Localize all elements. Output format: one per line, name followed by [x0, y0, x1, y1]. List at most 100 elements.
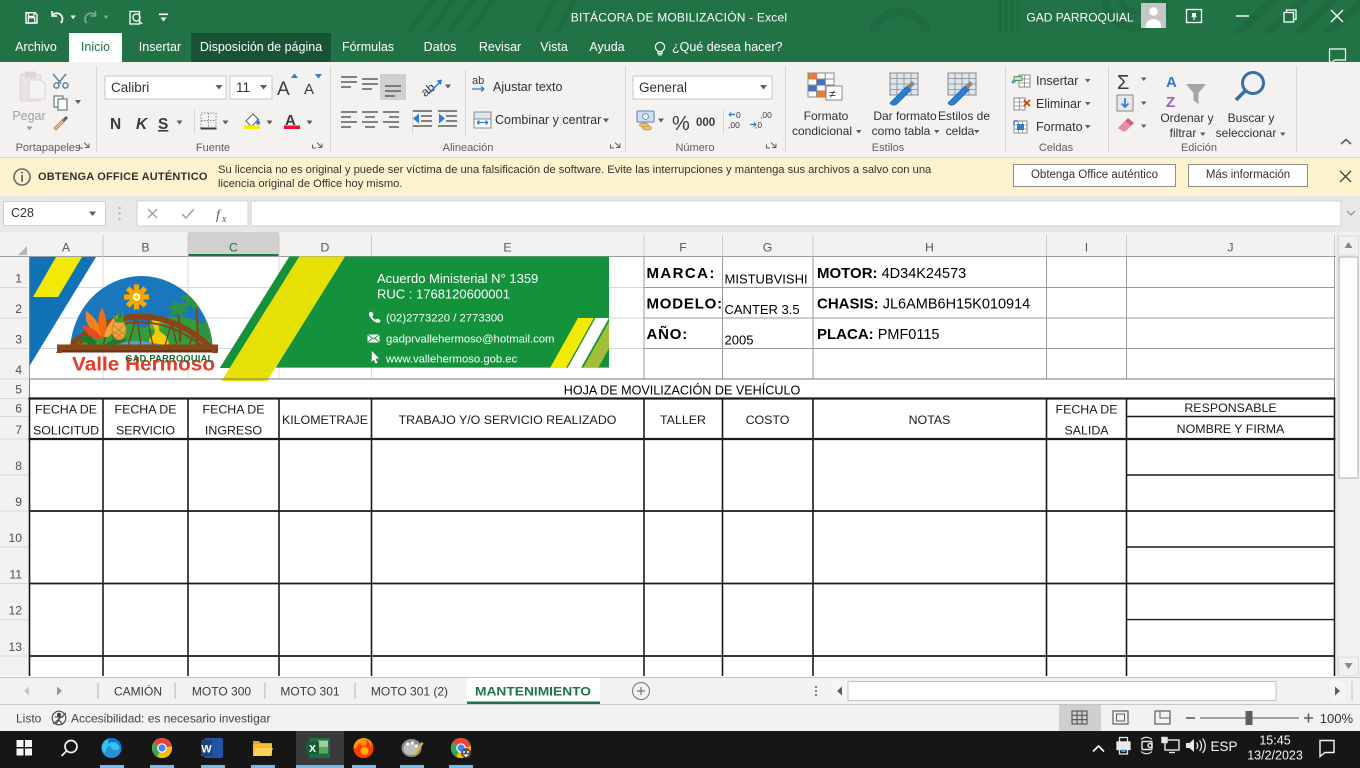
svg-text:MODELO:: MODELO: [647, 296, 723, 313]
svg-text:K: K [136, 116, 149, 133]
svg-text:I: I [1085, 241, 1088, 255]
svg-text:A: A [304, 81, 314, 98]
svg-text:AÑO:: AÑO: [647, 325, 689, 343]
svg-text:BITÁCORA DE MOBILIZACIÓN - E: BITÁCORA DE MOBILIZACIÓN - Excel [571, 10, 787, 25]
svg-text:11: 11 [9, 568, 22, 582]
svg-text:7: 7 [15, 423, 22, 437]
svg-text:Edición: Edición [1181, 142, 1217, 154]
svg-text:GAD PARROQUIAL: GAD PARROQUIAL [125, 354, 213, 364]
svg-text:11: 11 [236, 80, 250, 95]
svg-text:KILOMETRAJE: KILOMETRAJE [282, 413, 368, 427]
svg-text:000: 000 [696, 117, 715, 129]
svg-text:HOJA DE MOVILIZACIÓN DE VEHÍCU: HOJA DE MOVILIZACIÓN DE VEHÍCULO [564, 383, 801, 398]
svg-text:MISTUBVISHI: MISTUBVISHI [725, 272, 808, 287]
svg-text:MARCA:: MARCA: [647, 265, 716, 282]
svg-text:13/2/2023: 13/2/2023 [1247, 749, 1303, 763]
svg-text:1: 1 [15, 272, 22, 286]
svg-text:Número: Número [675, 142, 714, 154]
svg-text:13: 13 [8, 640, 22, 654]
svg-text:TRABAJO Y/O SERVICIO REALIZADO: TRABAJO Y/O SERVICIO REALIZADO [399, 413, 617, 427]
svg-text:N: N [110, 116, 121, 133]
svg-text:CAMIÓN: CAMIÓN [114, 684, 162, 699]
svg-text:0: 0 [736, 110, 741, 120]
svg-text:Combinar y centrar: Combinar y centrar [495, 113, 601, 127]
svg-text:x: x [221, 214, 227, 225]
svg-text:Celdas: Celdas [1039, 142, 1074, 154]
svg-text:J: J [1227, 241, 1233, 255]
svg-text:Buscar y: Buscar y [1228, 111, 1275, 125]
svg-text:Estilos: Estilos [872, 142, 905, 154]
svg-text:Portapapeles: Portapapeles [16, 142, 81, 154]
svg-text:D: D [321, 241, 330, 255]
svg-text:Acuerdo Ministerial N° 1359: Acuerdo Ministerial N° 1359 [377, 271, 538, 286]
svg-text:MOTO 301: MOTO 301 [280, 685, 339, 699]
svg-text:CHASIS: JL6AMB6H15K010914: CHASIS: JL6AMB6H15K010914 [817, 296, 1030, 313]
svg-text:CANTER 3.5: CANTER 3.5 [725, 302, 800, 317]
svg-text:NOMBRE Y FIRMA: NOMBRE Y FIRMA [1177, 422, 1285, 436]
svg-text:gadprvallehermoso@hotmail.com: gadprvallehermoso@hotmail.com [386, 334, 554, 346]
svg-text:ESP: ESP [1210, 739, 1237, 754]
svg-text:C: C [229, 241, 238, 255]
svg-text:Formato: Formato [1036, 120, 1083, 134]
svg-text:MOTOR: 4D34K24573: MOTOR: 4D34K24573 [817, 265, 966, 282]
svg-text:TALLER: TALLER [660, 413, 706, 427]
svg-text:SOLICITUD: SOLICITUD [33, 424, 99, 438]
svg-text:celda: celda [946, 124, 975, 138]
svg-text:Fuente: Fuente [196, 142, 230, 154]
svg-text:General: General [639, 80, 687, 95]
svg-text:S: S [158, 116, 168, 133]
svg-text:RUC : 1768120600001: RUC : 1768120600001 [377, 287, 510, 302]
svg-text:seleccionar: seleccionar [1216, 126, 1277, 140]
svg-text:A: A [1166, 74, 1177, 91]
svg-text:www.vallehermoso.gob.ec: www.vallehermoso.gob.ec [385, 354, 518, 366]
svg-text:12: 12 [8, 604, 22, 618]
svg-text:Insertar: Insertar [1036, 74, 1078, 88]
svg-text:,00: ,00 [728, 120, 740, 130]
svg-text:FECHA DE: FECHA DE [1056, 403, 1118, 417]
svg-text:Eliminar: Eliminar [1036, 97, 1081, 111]
svg-text:A: A [62, 241, 71, 255]
svg-text:Ajustar texto: Ajustar texto [493, 80, 563, 94]
svg-text:(02)2773220 / 2773300: (02)2773220 / 2773300 [386, 313, 503, 325]
svg-text:condicional: condicional [792, 124, 852, 138]
svg-text:9: 9 [15, 495, 22, 509]
svg-text:Σ: Σ [1117, 72, 1129, 94]
svg-text:6: 6 [15, 402, 22, 416]
svg-text:15:45: 15:45 [1259, 734, 1290, 748]
svg-text:%: % [672, 113, 690, 135]
svg-text:Formato: Formato [804, 109, 849, 123]
svg-text:4: 4 [15, 363, 22, 377]
svg-text:W: W [201, 744, 212, 756]
svg-text:100%: 100% [1320, 711, 1354, 726]
svg-text:Accesibilidad: es necesario in: Accesibilidad: es necesario investigar [71, 712, 270, 726]
svg-text:Dar formato: Dar formato [873, 109, 937, 123]
svg-text:Calibri: Calibri [111, 80, 149, 95]
svg-text:X: X [309, 743, 316, 755]
svg-text:A: A [277, 79, 290, 100]
svg-text:≠: ≠ [829, 87, 836, 101]
svg-text:Pegar: Pegar [12, 109, 45, 123]
svg-text:E: E [503, 241, 511, 255]
svg-text:2005: 2005 [725, 333, 754, 348]
svg-text:,00: ,00 [760, 110, 772, 120]
svg-text:COSTO: COSTO [746, 413, 790, 427]
svg-text:GAD PARROQUIAL: GAD PARROQUIAL [1026, 11, 1133, 25]
svg-text:Z: Z [1166, 94, 1175, 111]
svg-text:SERVICIO: SERVICIO [116, 424, 175, 438]
svg-text:B: B [141, 241, 149, 255]
svg-text:10: 10 [8, 531, 22, 545]
svg-text:2: 2 [15, 302, 22, 316]
svg-text:8: 8 [15, 459, 22, 473]
svg-text:FECHA DE: FECHA DE [35, 403, 97, 417]
svg-text:5: 5 [15, 383, 22, 397]
svg-text:Alineación: Alineación [443, 142, 494, 154]
svg-text:PLACA: PMF0115: PLACA: PMF0115 [817, 326, 940, 343]
svg-text:como tabla: como tabla [872, 124, 931, 138]
svg-text:RESPONSABLE: RESPONSABLE [1184, 401, 1276, 415]
svg-text:SALIDA: SALIDA [1064, 424, 1109, 438]
svg-text:H: H [925, 241, 934, 255]
svg-text:Listo: Listo [16, 712, 42, 726]
svg-text:MANTENIMIENTO: MANTENIMIENTO [475, 685, 591, 699]
svg-text:INGRESO: INGRESO [205, 424, 263, 438]
svg-text:ab: ab [418, 80, 438, 100]
